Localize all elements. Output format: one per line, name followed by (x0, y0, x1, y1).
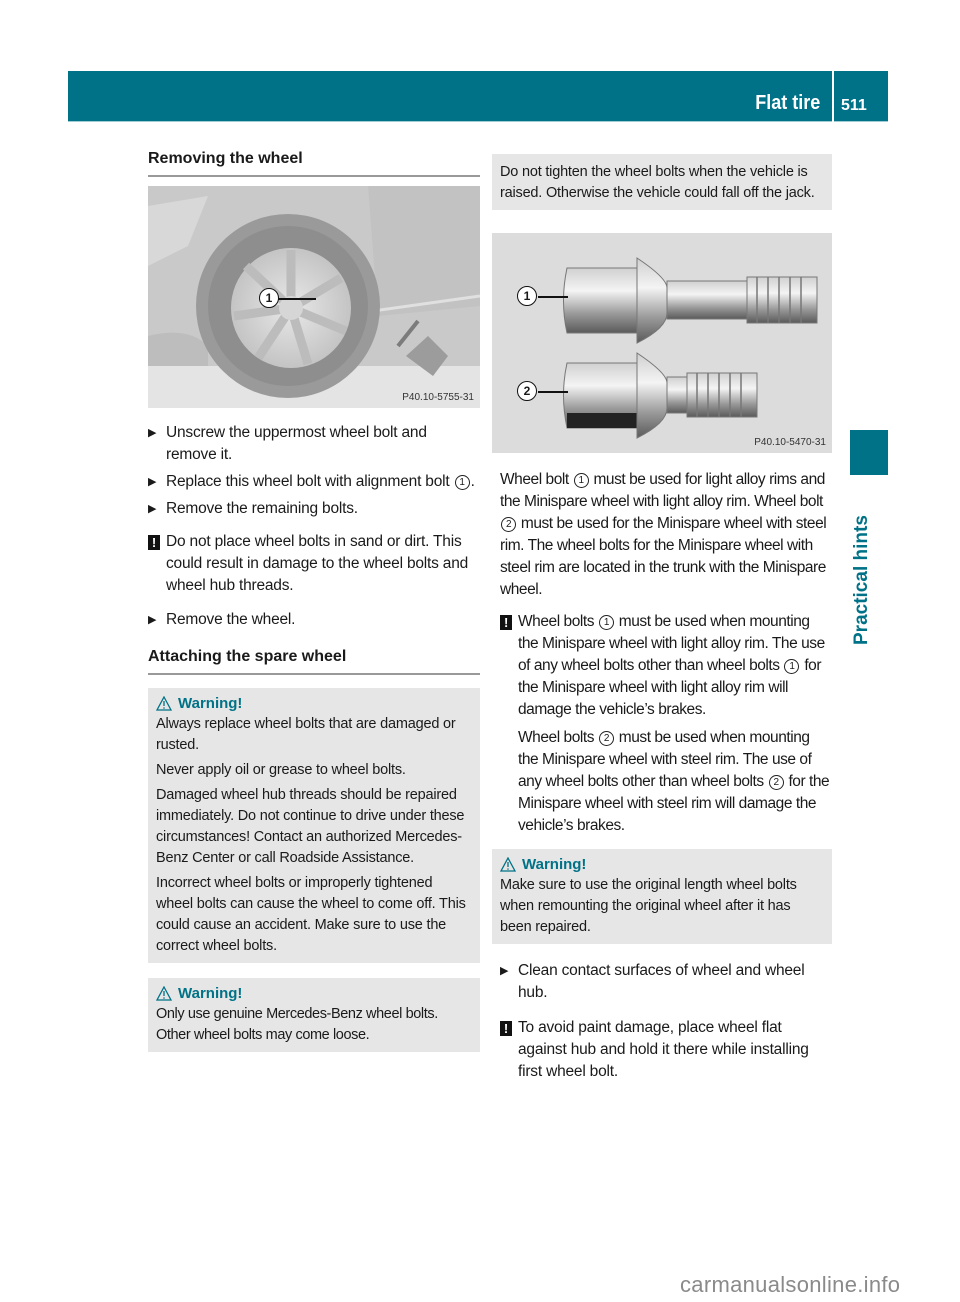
exclamation-icon: ! (148, 535, 160, 550)
callout-leader (278, 298, 316, 300)
warning-text: Never apply oil or grease to wheel bolts… (156, 762, 406, 778)
step-arrow-icon: ▶ (148, 503, 157, 515)
callout-ref-1: 1 (598, 615, 614, 630)
note-bolt-damage: ! Wheel bolts 1 must be used when mounti… (500, 611, 832, 837)
section-title: Flat tire (754, 92, 820, 114)
note-paint-damage: ! To avoid paint damage, place wheel fla… (500, 1017, 832, 1083)
heading-attaching-spare: Attaching the spare wheel (148, 648, 480, 675)
chapter-label: Practical hints (851, 515, 872, 645)
bolts-illustration (563, 257, 818, 439)
step-arrow-icon: ▶ (148, 614, 157, 626)
figure-wheel-removal: 1 P40.10-5755-31 (148, 186, 480, 408)
warning-text: Do not tighten the wheel bolts when the … (500, 164, 815, 201)
warning-triangle-icon (499, 856, 517, 872)
warning-text: Always replace wheel bolts that are dama… (156, 716, 456, 753)
callout-1: 1 (259, 288, 279, 308)
step-clean-surfaces: ▶ Clean contact surfaces of wheel and wh… (500, 962, 805, 1001)
step-arrow-icon: ▶ (148, 427, 157, 439)
warning-triangle-icon (155, 695, 173, 711)
callout-ref-2: 2 (598, 731, 614, 746)
callout-2: 2 (517, 381, 537, 401)
warning-text: Incorrect wheel bolts or improperly tigh… (156, 875, 466, 954)
figure-code: P40.10-5470-31 (754, 437, 826, 448)
callout-ref-1: 1 (573, 473, 589, 488)
page-number-box: 511 (834, 71, 888, 122)
warning-box-original-length: Warning! Make sure to use the original l… (492, 849, 832, 944)
watermark: carmanualsonline.info (680, 1272, 901, 1297)
warning-text: Only use genuine Mercedes-Benz wheel bol… (156, 1006, 438, 1043)
callout-ref-2: 2 (501, 517, 516, 532)
warning-triangle-icon (155, 985, 173, 1001)
callout-leader (538, 391, 568, 393)
warning-box-bolts: Warning! Always replace wheel bolts that… (148, 688, 480, 963)
left-column: Removing the wheel 1 P40.10-5755-31 ▶ Un… (148, 150, 480, 1052)
warning-text: Damaged wheel hub threads should be repa… (156, 787, 465, 866)
warning-title: Warning! (522, 856, 587, 873)
warning-box-continued: Do not tighten the wheel bolts when the … (492, 154, 832, 210)
callout-1: 1 (517, 286, 537, 306)
page-number: 511 (841, 97, 867, 114)
callout-ref-1: 1 (454, 475, 470, 490)
callout-ref-1: 1 (784, 659, 800, 674)
paragraph-bolt-usage: Wheel bolt 1 must be used for light allo… (500, 471, 827, 598)
step-unscrew: ▶ Unscrew the uppermost wheel bolt and r… (148, 424, 427, 463)
heading-removing-wheel: Removing the wheel (148, 150, 480, 177)
figure-code: P40.10-5755-31 (402, 392, 474, 403)
right-column: Do not tighten the wheel bolts when the … (492, 150, 832, 1083)
figure-wheel-bolts: 1 2 P40.10-5470-31 (492, 233, 832, 453)
warning-text: Make sure to use the original length whe… (500, 877, 797, 935)
callout-leader (538, 296, 568, 298)
step-arrow-icon: ▶ (500, 965, 509, 977)
step-replace-bolt: ▶ Replace this wheel bolt with alignment… (148, 471, 480, 493)
note-sand-dirt: ! Do not place wheel bolts in sand or di… (148, 531, 480, 597)
step-arrow-icon: ▶ (148, 476, 157, 488)
step-remove-wheel: ▶ Remove the wheel. (148, 609, 480, 631)
warning-title: Warning! (178, 985, 243, 1002)
exclamation-icon: ! (500, 615, 512, 630)
warning-box-genuine-bolts: Warning! Only use genuine Mercedes-Benz … (148, 978, 480, 1052)
callout-ref-2: 2 (768, 775, 784, 790)
exclamation-icon: ! (500, 1021, 512, 1036)
wheel-illustration (148, 186, 480, 408)
warning-title: Warning! (178, 695, 243, 712)
header-bar: Flat tire (68, 71, 832, 122)
step-remove-bolts: ▶ Remove the remaining bolts. (148, 498, 480, 520)
chapter-tab-marker (850, 430, 888, 475)
